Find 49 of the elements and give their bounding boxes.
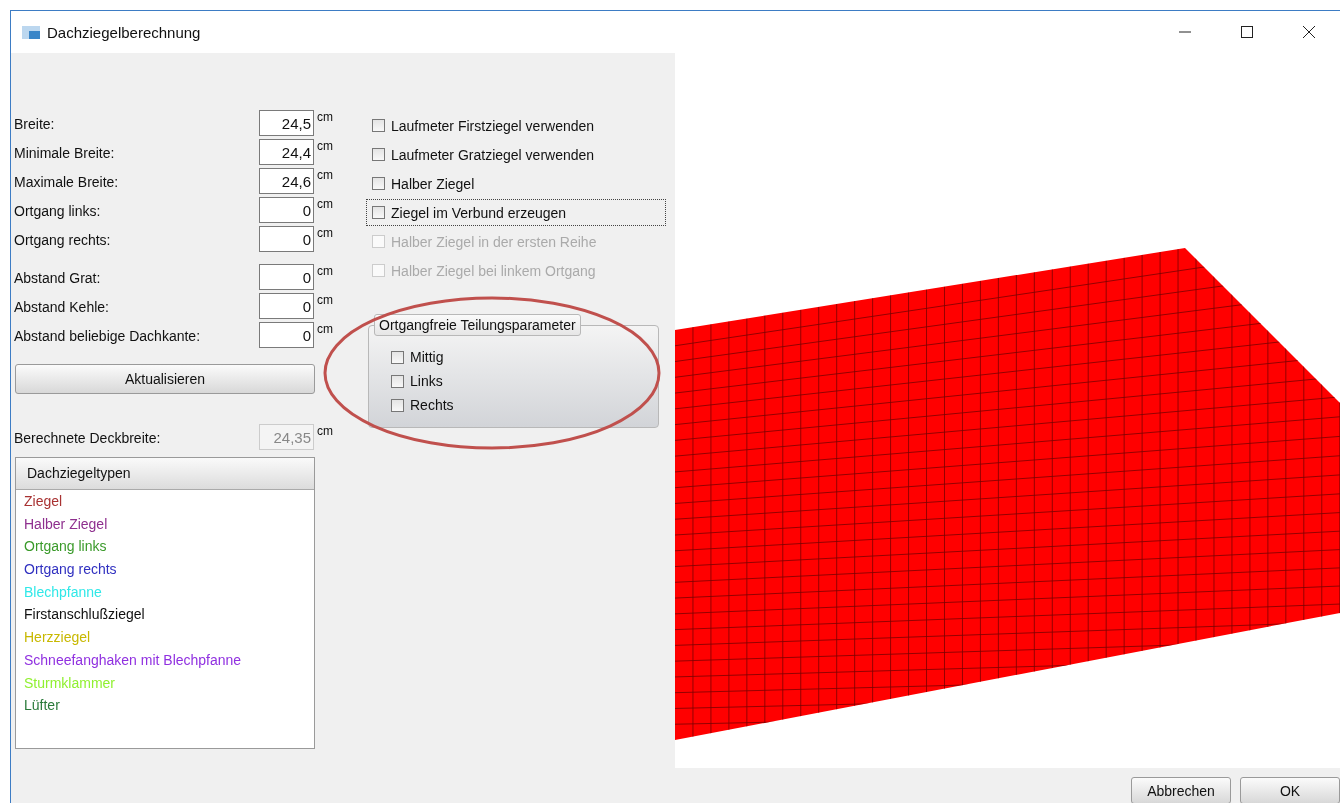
- unit-label: cm: [317, 139, 333, 153]
- list-item[interactable]: Firstanschlußziegel: [16, 603, 314, 627]
- dialog-button[interactable]: OK: [1240, 777, 1340, 803]
- field-label: Abstand Grat:: [14, 269, 102, 286]
- column-header[interactable]: Dachziegeltypen: [16, 458, 314, 490]
- checkbox[interactable]: Rechts: [385, 394, 658, 416]
- unit-label: cm: [317, 168, 333, 182]
- close-icon: [1303, 26, 1315, 38]
- field-label: Abstand beliebige Dachkante:: [14, 327, 202, 344]
- field-label: Breite:: [14, 115, 56, 132]
- checkbox[interactable]: Mittig: [385, 346, 658, 368]
- list-item[interactable]: Schneefanghaken mit Blechpfanne: [16, 648, 314, 672]
- field-label: Ortgang links:: [14, 202, 102, 219]
- list-item[interactable]: Ziegel: [16, 490, 314, 513]
- text-field[interactable]: 24,5: [259, 110, 314, 136]
- unit-label: cm: [317, 110, 333, 124]
- checkbox[interactable]: Links: [385, 370, 658, 392]
- group-title: Ortgangfreie Teilungsparameter: [374, 314, 581, 336]
- window-title: Dachziegelberechnung: [47, 23, 201, 41]
- checkbox[interactable]: Halber Ziegel: [366, 170, 666, 197]
- unit-label: cm: [317, 226, 333, 240]
- text-field[interactable]: 0: [259, 197, 314, 223]
- unit-label: cm: [317, 424, 333, 438]
- app-icon: [21, 24, 41, 40]
- checkbox[interactable]: Ziegel im Verbund erzeugen: [366, 199, 666, 226]
- field-label: Maximale Breite:: [14, 173, 120, 190]
- checkbox[interactable]: Laufmeter Gratziegel verwenden: [366, 141, 666, 168]
- text-field[interactable]: 0: [259, 293, 314, 319]
- dialog-button[interactable]: Abbrechen: [1131, 777, 1231, 803]
- text-field[interactable]: 0: [259, 226, 314, 252]
- unit-label: cm: [317, 197, 333, 211]
- maximize-icon: [1241, 26, 1253, 38]
- list-item[interactable]: Ortgang links: [16, 535, 314, 559]
- list-item[interactable]: Halber Ziegel: [16, 512, 314, 536]
- field-label: Abstand Kehle:: [14, 298, 110, 315]
- unit-label: cm: [317, 293, 333, 307]
- field-label: Berechnete Deckbreite:: [14, 429, 162, 446]
- text-field[interactable]: 0: [259, 322, 314, 348]
- list-item[interactable]: Lüfter: [16, 694, 314, 717]
- checkbox[interactable]: Laufmeter Firstziegel verwenden: [366, 112, 666, 139]
- list-item[interactable]: Ortgang rechts: [16, 558, 314, 581]
- field-label: Minimale Breite:: [14, 144, 116, 161]
- update-button[interactable]: Aktualisieren: [15, 364, 315, 394]
- text-field[interactable]: 24,4: [259, 139, 314, 165]
- unit-label: cm: [317, 264, 333, 278]
- text-field[interactable]: 0: [259, 264, 314, 290]
- unit-label: cm: [317, 322, 333, 336]
- field-label: Ortgang rechts:: [14, 231, 112, 248]
- text-field[interactable]: 24,6: [259, 168, 314, 194]
